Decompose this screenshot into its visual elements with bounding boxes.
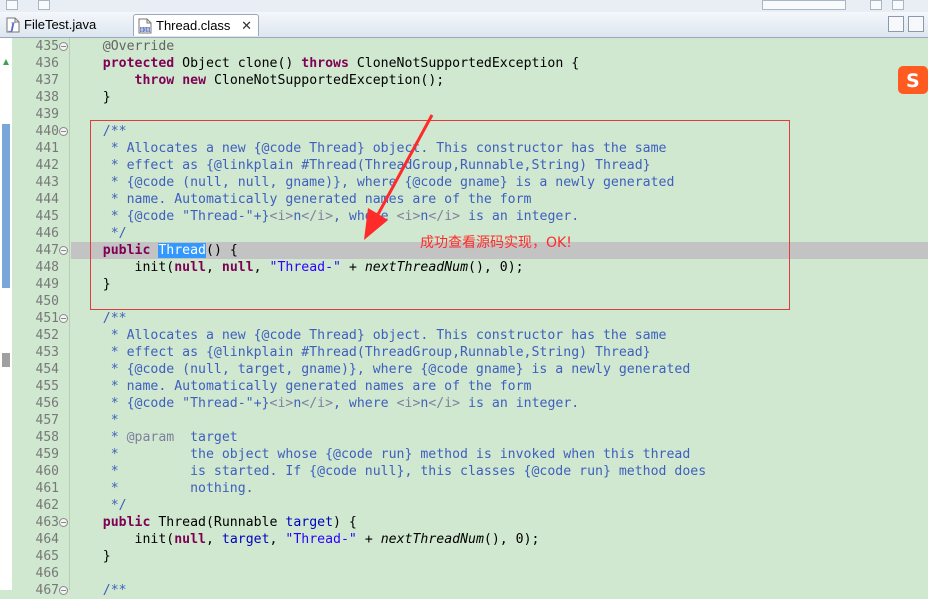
line-number: 439 — [35, 107, 59, 122]
fold-toggle-icon[interactable]: − — [59, 586, 68, 595]
toolbar-button[interactable] — [870, 0, 882, 10]
fold-toggle-icon[interactable]: − — [59, 42, 68, 51]
toolbar-button[interactable] — [6, 0, 18, 10]
line-number: 452 — [35, 328, 59, 343]
code-line[interactable]: @Override — [71, 38, 928, 55]
line-number: 461 — [35, 481, 59, 496]
class-file-icon: 010 — [138, 18, 152, 34]
svg-text:010: 010 — [141, 28, 150, 34]
code-editor[interactable]: 435− @Override 436 protected Object clone… — [0, 38, 928, 598]
line-number: 446 — [35, 226, 59, 241]
line-number: 465 — [35, 549, 59, 564]
fold-toggle-icon[interactable]: − — [59, 314, 68, 323]
code-line[interactable]: } — [71, 548, 928, 565]
code-line[interactable]: * is started. If {@code null}, this clas… — [71, 463, 928, 480]
override-marker-icon — [3, 59, 9, 65]
occurrence-bar — [2, 124, 10, 288]
code-line[interactable]: * {@code "Thread-"+}<i>n</i>, where <i>n… — [71, 395, 928, 412]
code-line[interactable]: public Thread(Runnable target) { — [71, 514, 928, 531]
line-number: 458 — [35, 430, 59, 445]
line-number: 444 — [35, 192, 59, 207]
tab-filetest-java[interactable]: J FileTest.java — [2, 14, 130, 36]
fold-toggle-icon[interactable]: − — [59, 246, 68, 255]
line-number: 438 — [35, 90, 59, 105]
code-line[interactable]: * nothing. — [71, 480, 928, 497]
code-line[interactable]: * — [71, 412, 928, 429]
code-line[interactable]: /** — [71, 310, 928, 327]
line-number: 455 — [35, 379, 59, 394]
tab-label: Thread.class — [156, 18, 231, 33]
code-line[interactable]: * @param target — [71, 429, 928, 446]
close-icon[interactable]: ✕ — [241, 15, 252, 37]
code-line[interactable]: protected Object clone() throws CloneNot… — [71, 55, 928, 72]
line-number: 462 — [35, 498, 59, 513]
tab-label: FileTest.java — [24, 17, 97, 32]
tab-thread-class[interactable]: 010 Thread.class ✕ — [133, 14, 259, 36]
code-line[interactable]: } — [71, 89, 928, 106]
code-line[interactable] — [71, 565, 928, 582]
toolbar-button[interactable] — [892, 0, 904, 10]
line-number: 442 — [35, 158, 59, 173]
line-number: 445 — [35, 209, 59, 224]
line-number: 440 — [35, 124, 59, 139]
code-line[interactable]: throw new CloneNotSupportedException(); — [71, 72, 928, 89]
code-line[interactable]: init(null, target, "Thread-" + nextThrea… — [71, 531, 928, 548]
line-number: 464 — [35, 532, 59, 547]
line-number: 441 — [35, 141, 59, 156]
line-number: 453 — [35, 345, 59, 360]
line-number: 457 — [35, 413, 59, 428]
annotation-note: 成功查看源码实现，OK! — [420, 235, 572, 251]
fold-toggle-icon[interactable]: − — [59, 518, 68, 527]
maximize-icon[interactable] — [908, 16, 924, 32]
sogou-ime-icon[interactable]: S — [898, 66, 928, 94]
line-number: 443 — [35, 175, 59, 190]
code-line[interactable]: /** — [71, 582, 928, 599]
line-number: 460 — [35, 464, 59, 479]
line-number: 456 — [35, 396, 59, 411]
line-number: 467 — [35, 583, 59, 598]
toolbar-button[interactable] — [38, 0, 50, 10]
editor-tab-bar: J FileTest.java 010 Thread.class ✕ — [0, 12, 928, 38]
highlight-box — [90, 120, 790, 310]
line-number: 459 — [35, 447, 59, 462]
minimize-icon[interactable] — [888, 16, 904, 32]
line-number: 437 — [35, 73, 59, 88]
ime-badge-letter: S — [906, 70, 920, 92]
line-number: 466 — [35, 566, 59, 581]
code-line[interactable]: * the object whose {@code run} method is… — [71, 446, 928, 463]
code-line[interactable]: * name. Automatically generated names ar… — [71, 378, 928, 395]
line-number: 449 — [35, 277, 59, 292]
quick-access-field[interactable] — [762, 0, 846, 10]
line-number: 463 — [35, 515, 59, 530]
java-file-icon: J — [6, 17, 20, 33]
line-number: 450 — [35, 294, 59, 309]
line-number: 436 — [35, 56, 59, 71]
line-number: 454 — [35, 362, 59, 377]
line-number: 435 — [35, 39, 59, 54]
line-number: 448 — [35, 260, 59, 275]
line-number: 451 — [35, 311, 59, 326]
line-number: 447 — [35, 243, 59, 258]
code-line[interactable]: * {@code (null, target, gname)}, where {… — [71, 361, 928, 378]
fold-toggle-icon[interactable]: − — [59, 127, 68, 136]
code-line[interactable]: * effect as {@linkplain #Thread(ThreadGr… — [71, 344, 928, 361]
scroll-marker — [2, 353, 10, 367]
code-line[interactable]: */ — [71, 497, 928, 514]
code-line[interactable]: * Allocates a new {@code Thread} object.… — [71, 327, 928, 344]
